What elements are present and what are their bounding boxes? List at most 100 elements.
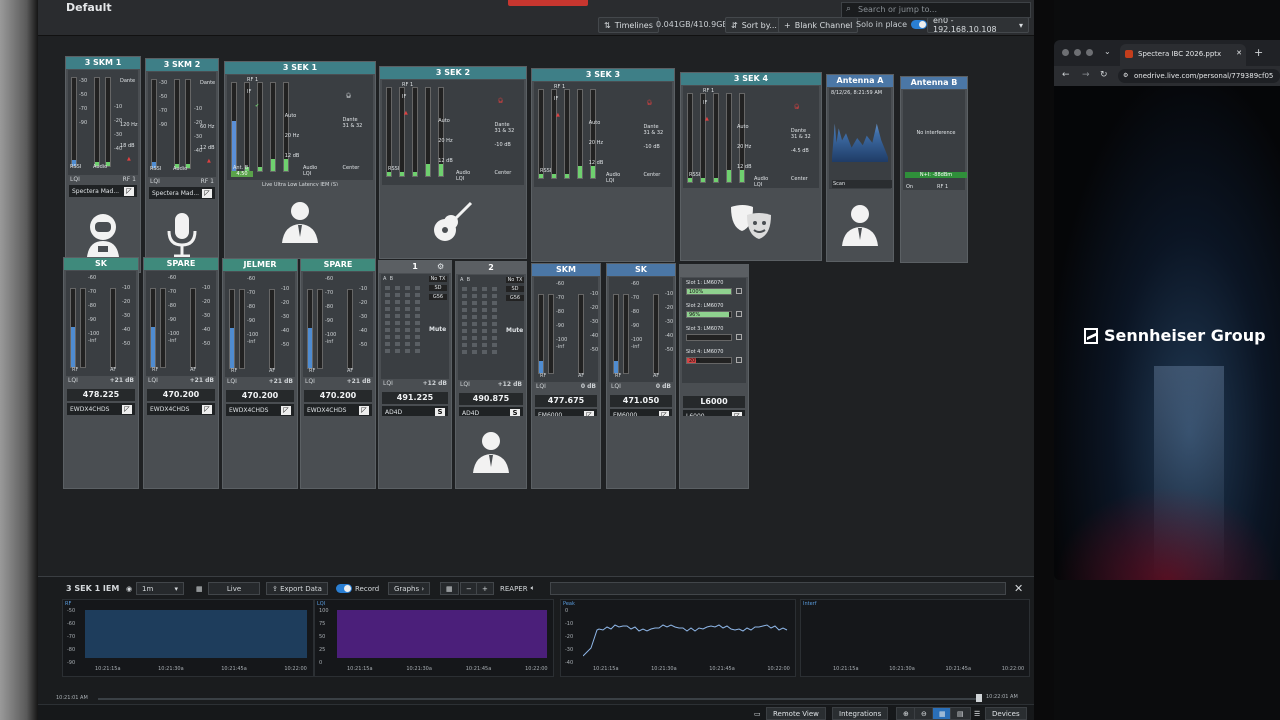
toggle-switch[interactable] xyxy=(911,20,927,29)
channel-card[interactable]: SKM -60 -70 -80 -90 -100 -inf -10 -20 -30 -40 -50 RF… xyxy=(531,263,601,489)
channel-card[interactable]: 3 SEK 1 RF 1 IF Auto 20 Hz 12 dB Dante 31 & 32 C… xyxy=(224,61,376,259)
channel-title[interactable]: Antenna A xyxy=(827,75,893,87)
mute-label[interactable]: Mute xyxy=(429,326,446,333)
live-button[interactable]: Live xyxy=(208,582,260,595)
x-tick-label: 10:21:15a xyxy=(95,666,121,672)
frequency-readout[interactable]: 478.225 xyxy=(67,389,135,401)
channel-title[interactable]: 3 SKM 2 xyxy=(146,59,218,71)
zoom-out-icon[interactable]: ⊖ xyxy=(914,707,934,720)
back-icon[interactable]: ← xyxy=(1062,70,1070,80)
channel-card[interactable]: SPARE -60 -70 -80 -90 -100 -inf -10 -20 -30 -40 -50… xyxy=(300,258,376,489)
devices-button[interactable]: Devices xyxy=(985,707,1027,720)
channel-card[interactable]: SK -60 -70 -80 -90 -100 -inf -10 -20 -30 -40 -50 RF A… xyxy=(606,263,676,489)
remote-view-button[interactable]: Remote View xyxy=(766,707,826,720)
close-icon[interactable]: ✕ xyxy=(1236,49,1242,57)
frequency-readout[interactable]: 470.200 xyxy=(304,390,372,402)
channel-title[interactable] xyxy=(680,265,748,277)
slot-checkbox[interactable] xyxy=(736,311,742,317)
channel-title[interactable]: 3 SEK 2 xyxy=(380,67,526,79)
channel-card[interactable]: 3 SEK 3 RF 1 IF Auto 20 Hz 12 dB Dante 31 & 32 C… xyxy=(531,68,675,262)
mute-label[interactable]: Mute xyxy=(506,327,523,334)
channel-title[interactable]: SKM xyxy=(532,264,600,276)
channel-title[interactable]: 3 SKM 1 xyxy=(66,57,140,69)
channel-title[interactable]: SPARE xyxy=(301,259,375,271)
channel-title[interactable]: JELMER xyxy=(223,259,297,271)
tab-list-icon[interactable]: ⌄ xyxy=(1104,47,1111,56)
new-tab-icon[interactable]: + xyxy=(1254,46,1263,59)
network-select[interactable]: en0 - 192.168.10.108 ▾ xyxy=(927,16,1029,34)
slot-checkbox[interactable] xyxy=(736,288,742,294)
forward-icon[interactable]: → xyxy=(1082,70,1090,80)
device-row[interactable]: EWDX4CHDS ◸ xyxy=(226,404,294,416)
scan-button[interactable]: Scan xyxy=(832,180,892,188)
zoom-in-icon[interactable]: ⊕ xyxy=(896,707,916,720)
window-icon[interactable]: ▭ xyxy=(748,707,767,720)
reaper-slider[interactable] xyxy=(550,582,1006,595)
frequency-readout[interactable]: 477.675 xyxy=(535,395,597,407)
gear-icon[interactable]: ⚙ xyxy=(437,262,444,271)
window-minimize-dot[interactable] xyxy=(1074,49,1081,56)
range-select[interactable]: 1m ▾ xyxy=(136,582,184,595)
list-view-icon[interactable]: ☰ xyxy=(968,707,986,720)
channel-card[interactable]: 3 SKM 2 -30 -50 -70 -90 -10 -20 -30 -40 Dante 60 H… xyxy=(145,58,219,273)
channel-card[interactable]: Slot 1: LM6070 100% Slot 2: LM6070 96% Slot … xyxy=(679,264,749,489)
close-icon[interactable]: ✕ xyxy=(1014,582,1023,595)
frequency-readout[interactable]: L6000 xyxy=(683,396,745,408)
channel-card[interactable]: 3 SKM 1 -30 -50 -70 -90 -10 -20 -30 -40 Dante 120 … xyxy=(65,56,141,273)
timelines-button[interactable]: ⇅ Timelines xyxy=(598,17,659,33)
channel-title[interactable]: 3 SEK 4 xyxy=(681,73,821,85)
device-row[interactable]: Spectera Mad...◸ xyxy=(149,187,215,199)
grid-icon[interactable]: ▦ xyxy=(440,582,459,595)
zoom-in-button[interactable]: + xyxy=(476,582,494,595)
device-row[interactable]: EWDX4CHDS ◸ xyxy=(67,403,135,415)
integrations-button[interactable]: Integrations xyxy=(832,707,889,720)
solo-toggle[interactable]: Solo in place xyxy=(856,20,927,29)
channel-title[interactable]: SK xyxy=(64,258,138,270)
channel-card[interactable]: SPARE -60 -70 -80 -90 -100 -inf -10 -20 -30 -40 -50… xyxy=(143,257,219,489)
visibility-icon[interactable]: ◉ xyxy=(126,582,132,595)
alert-button[interactable] xyxy=(508,0,588,6)
record-toggle[interactable]: Record xyxy=(336,582,379,595)
reload-icon[interactable]: ↻ xyxy=(1100,70,1108,80)
channel-title[interactable]: Antenna B xyxy=(901,77,967,89)
frequency-readout[interactable]: 470.200 xyxy=(147,389,215,401)
channel-card[interactable]: Antenna A8/12/26, 8:21:59 AMScanSpectera… xyxy=(826,74,894,262)
device-row[interactable]: EWDX4CHDS ◸ xyxy=(304,404,372,416)
url-field[interactable]: ⚙ onedrive.live.com/personal/779389cf05 xyxy=(1118,69,1280,83)
frequency-readout[interactable]: 471.050 xyxy=(610,395,672,407)
channel-card[interactable]: 3 SEK 2 RF 1 IF Auto 20 Hz 12 dB Dante 31 & 32 C… xyxy=(379,66,527,259)
slot-checkbox[interactable] xyxy=(736,334,742,340)
device-name: Spectera Mad... xyxy=(72,187,120,195)
frequency-readout[interactable]: 491.225 xyxy=(382,392,448,404)
toggle-switch[interactable] xyxy=(336,584,352,593)
channel-card[interactable]: Antenna B No interference N+I: -88dBm On RF … xyxy=(900,76,968,263)
channel-title[interactable]: SK xyxy=(607,264,675,276)
channel-card[interactable]: 2A B No TX SD G56 Mute LQI +12 dB 490.875 AD4D S xyxy=(455,261,527,489)
sort-button[interactable]: ⇵ Sort by... xyxy=(725,17,783,33)
graphs-button[interactable]: Graphs › xyxy=(388,582,431,595)
channel-card[interactable]: SK -60 -70 -80 -90 -100 -inf -10 -20 -30 -40 -50 RF A… xyxy=(63,257,139,489)
channel-card[interactable]: JELMER -60 -70 -80 -90 -100 -inf -10 -20 -30 -40 -5… xyxy=(222,258,298,489)
channel-card[interactable]: 1A B No TX SD G56 Mute ⚙ LQI +12 dB 491.225 AD4D S xyxy=(378,260,452,489)
device-row[interactable]: Spectera Mad...◸ xyxy=(69,185,137,197)
channel-card[interactable]: 3 SEK 4 RF 1 IF Auto 20 Hz 12 dB Dante 31 & 32 C… xyxy=(680,72,822,261)
tab-presentation[interactable]: Spectera IBC 2026.pptx ✕ xyxy=(1120,44,1246,66)
device-row[interactable]: EWDX4CHDS ◸ xyxy=(147,403,215,415)
scrubber-handle[interactable] xyxy=(976,694,982,702)
frequency-readout[interactable]: 470.200 xyxy=(226,390,294,402)
window-zoom-dot[interactable] xyxy=(1086,49,1093,56)
blank-channel-button[interactable]: + Blank Channel xyxy=(778,17,859,33)
export-data-button[interactable]: ⇪ Export Data xyxy=(266,582,328,595)
calendar-icon[interactable]: ▦ xyxy=(196,582,203,595)
window-close-dot[interactable] xyxy=(1062,49,1069,56)
frequency-readout[interactable]: 490.875 xyxy=(459,393,523,405)
search-input[interactable]: ⌕ Search or jump to... xyxy=(841,2,1031,18)
channel-title[interactable]: 3 SEK 1 xyxy=(225,62,375,74)
channel-title[interactable]: 3 SEK 3 xyxy=(532,69,674,81)
timeline-scrubber[interactable] xyxy=(98,698,982,700)
channel-title[interactable]: 2 xyxy=(456,262,526,274)
channel-title[interactable]: SPARE xyxy=(144,258,218,270)
slot-checkbox[interactable] xyxy=(736,357,742,363)
meter-panel: A B No TX SD G56 Mute xyxy=(458,275,524,380)
device-name: Spectera Mad... xyxy=(152,189,200,197)
